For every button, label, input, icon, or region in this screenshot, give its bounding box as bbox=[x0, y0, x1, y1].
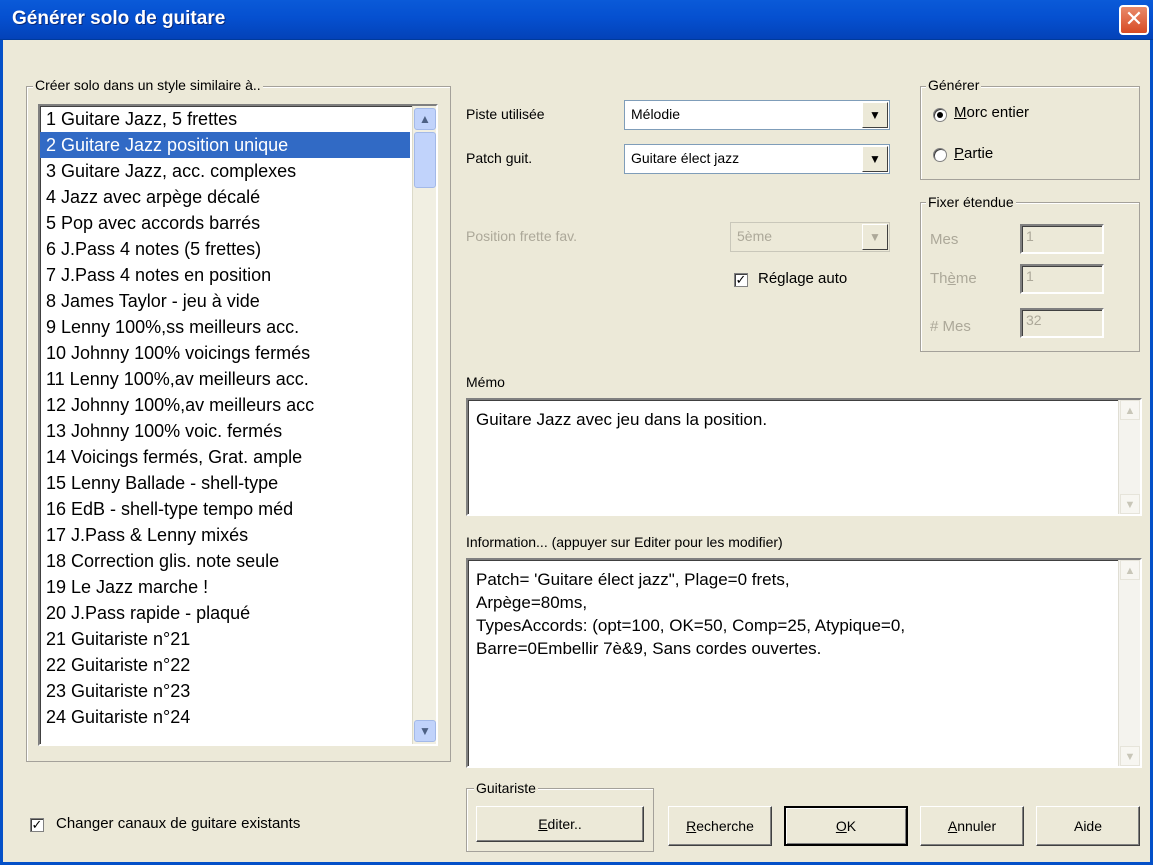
scroll-down-icon[interactable]: ▼ bbox=[1120, 746, 1140, 766]
whole-piece-label: Morc entier bbox=[954, 104, 1030, 121]
list-item[interactable]: 22 Guitariste n°22 bbox=[40, 652, 410, 678]
memo-scrollbar[interactable]: ▲ ▼ bbox=[1118, 400, 1140, 514]
memo-text: Guitare Jazz avec jeu dans la position. bbox=[476, 410, 768, 429]
range-count-field: 32 bbox=[1020, 308, 1104, 338]
list-item[interactable]: 9 Lenny 100%,ss meilleurs acc. bbox=[40, 314, 410, 340]
chevron-down-icon[interactable]: ▼ bbox=[862, 146, 888, 172]
auto-setting-label: Réglage auto bbox=[758, 270, 848, 287]
range-count-label: # Mes bbox=[930, 318, 971, 335]
range-measure-field: 1 bbox=[1020, 224, 1104, 254]
memo-label: Mémo bbox=[466, 374, 505, 390]
list-item[interactable]: 1 Guitare Jazz, 5 frettes bbox=[40, 106, 410, 132]
info-line: Patch= 'Guitare élect jazz", Plage=0 fre… bbox=[476, 570, 790, 589]
patch-dropdown[interactable]: Guitare élect jazz ▼ bbox=[624, 144, 890, 174]
list-item[interactable]: 16 EdB - shell-type tempo méd bbox=[40, 496, 410, 522]
patch-label: Patch guit. bbox=[466, 150, 533, 166]
list-item[interactable]: 4 Jazz avec arpège décalé bbox=[40, 184, 410, 210]
list-item[interactable]: 21 Guitariste n°21 bbox=[40, 626, 410, 652]
list-item[interactable]: 7 J.Pass 4 notes en position bbox=[40, 262, 410, 288]
info-scrollbar[interactable]: ▲ ▼ bbox=[1118, 560, 1140, 766]
info-text: Patch= 'Guitare élect jazz", Plage=0 fre… bbox=[476, 568, 1106, 660]
fret-position-label: Position frette fav. bbox=[466, 228, 578, 244]
list-item[interactable]: 13 Johnny 100% voic. fermés bbox=[40, 418, 410, 444]
range-group-label: Fixer étendue bbox=[926, 194, 1016, 210]
auto-setting-checkbox[interactable]: ✓ bbox=[734, 273, 748, 287]
window-title: Générer solo de guitare bbox=[12, 8, 226, 29]
list-item[interactable]: 19 Le Jazz marche ! bbox=[40, 574, 410, 600]
list-item[interactable]: 8 James Taylor - jeu à vide bbox=[40, 288, 410, 314]
guitarist-group-label: Guitariste bbox=[474, 780, 538, 796]
list-item[interactable]: 17 J.Pass & Lenny mixés bbox=[40, 522, 410, 548]
generate-groupbox bbox=[920, 86, 1140, 180]
info-textarea: Patch= 'Guitare élect jazz", Plage=0 fre… bbox=[466, 558, 1142, 768]
fret-position-dropdown: 5ème ▼ bbox=[730, 222, 890, 252]
list-scrollbar[interactable]: ▲ ▼ bbox=[412, 106, 436, 744]
list-item[interactable]: 14 Voicings fermés, Grat. ample bbox=[40, 444, 410, 470]
list-item[interactable]: 5 Pop avec accords barrés bbox=[40, 210, 410, 236]
scroll-thumb[interactable] bbox=[414, 132, 436, 188]
list-item[interactable]: 11 Lenny 100%,av meilleurs acc. bbox=[40, 366, 410, 392]
list-item[interactable]: 3 Guitare Jazz, acc. complexes bbox=[40, 158, 410, 184]
list-item[interactable]: 24 Guitariste n°24 bbox=[40, 704, 410, 730]
track-value: Mélodie bbox=[631, 106, 681, 122]
scroll-down-icon[interactable]: ▼ bbox=[414, 720, 436, 742]
range-measure-label: Mes bbox=[930, 231, 959, 248]
scroll-up-icon[interactable]: ▲ bbox=[1120, 400, 1140, 420]
chevron-down-icon[interactable]: ▼ bbox=[862, 102, 888, 128]
chevron-down-icon: ▼ bbox=[862, 224, 888, 250]
list-item[interactable]: 23 Guitariste n°23 bbox=[40, 678, 410, 704]
track-label: Piste utilisée bbox=[466, 106, 545, 122]
style-list-items: 1 Guitare Jazz, 5 frettes 2 Guitare Jazz … bbox=[40, 106, 436, 730]
memo-textarea[interactable]: Guitare Jazz avec jeu dans la position. … bbox=[466, 398, 1142, 516]
info-line: TypesAccords: (opt=100, OK=50, Comp=25, … bbox=[476, 616, 906, 635]
change-channels-checkbox[interactable]: ✓ bbox=[30, 818, 44, 832]
ok-button[interactable]: OK bbox=[784, 806, 908, 846]
style-listbox[interactable]: 1 Guitare Jazz, 5 frettes 2 Guitare Jazz … bbox=[38, 104, 438, 746]
scroll-down-icon[interactable]: ▼ bbox=[1120, 494, 1140, 514]
scroll-up-icon[interactable]: ▲ bbox=[414, 108, 436, 130]
list-item[interactable]: 20 J.Pass rapide - plaqué bbox=[40, 600, 410, 626]
fret-position-value: 5ème bbox=[737, 228, 773, 244]
search-button[interactable]: Recherche bbox=[668, 806, 772, 846]
part-label: Partie bbox=[954, 145, 994, 162]
radio-part[interactable] bbox=[933, 148, 947, 162]
info-line: Arpège=80ms, bbox=[476, 593, 588, 612]
edit-button[interactable]: Editer.. bbox=[476, 806, 644, 842]
list-item[interactable]: 6 J.Pass 4 notes (5 frettes) bbox=[40, 236, 410, 262]
patch-value: Guitare élect jazz bbox=[631, 150, 740, 166]
track-dropdown[interactable]: Mélodie ▼ bbox=[624, 100, 890, 130]
cancel-button[interactable]: Annuler bbox=[920, 806, 1024, 846]
scroll-up-icon[interactable]: ▲ bbox=[1120, 560, 1140, 580]
radio-whole-piece[interactable] bbox=[933, 108, 947, 122]
list-item[interactable]: 18 Correction glis. note seule bbox=[40, 548, 410, 574]
range-theme-field: 1 bbox=[1020, 264, 1104, 294]
generate-group-label: Générer bbox=[926, 77, 982, 93]
info-label: Information... (appuyer sur Editer pour … bbox=[466, 534, 783, 550]
list-item[interactable]: 15 Lenny Ballade - shell-type bbox=[40, 470, 410, 496]
style-group-label: Créer solo dans un style similaire à.. bbox=[33, 77, 263, 93]
title-bar: Générer solo de guitare ✕ bbox=[0, 0, 1153, 40]
list-item[interactable]: 12 Johnny 100%,av meilleurs acc bbox=[40, 392, 410, 418]
help-button[interactable]: Aide bbox=[1036, 806, 1140, 846]
info-line: Barre=0Embellir 7è&9, Sans cordes ouvert… bbox=[476, 639, 822, 658]
range-theme-label: Thème bbox=[930, 270, 977, 287]
change-channels-label: Changer canaux de guitare existants bbox=[56, 815, 301, 832]
list-item[interactable]: 10 Johnny 100% voicings fermés bbox=[40, 340, 410, 366]
list-item[interactable]: 2 Guitare Jazz position unique bbox=[40, 132, 410, 158]
close-icon[interactable]: ✕ bbox=[1119, 5, 1149, 35]
